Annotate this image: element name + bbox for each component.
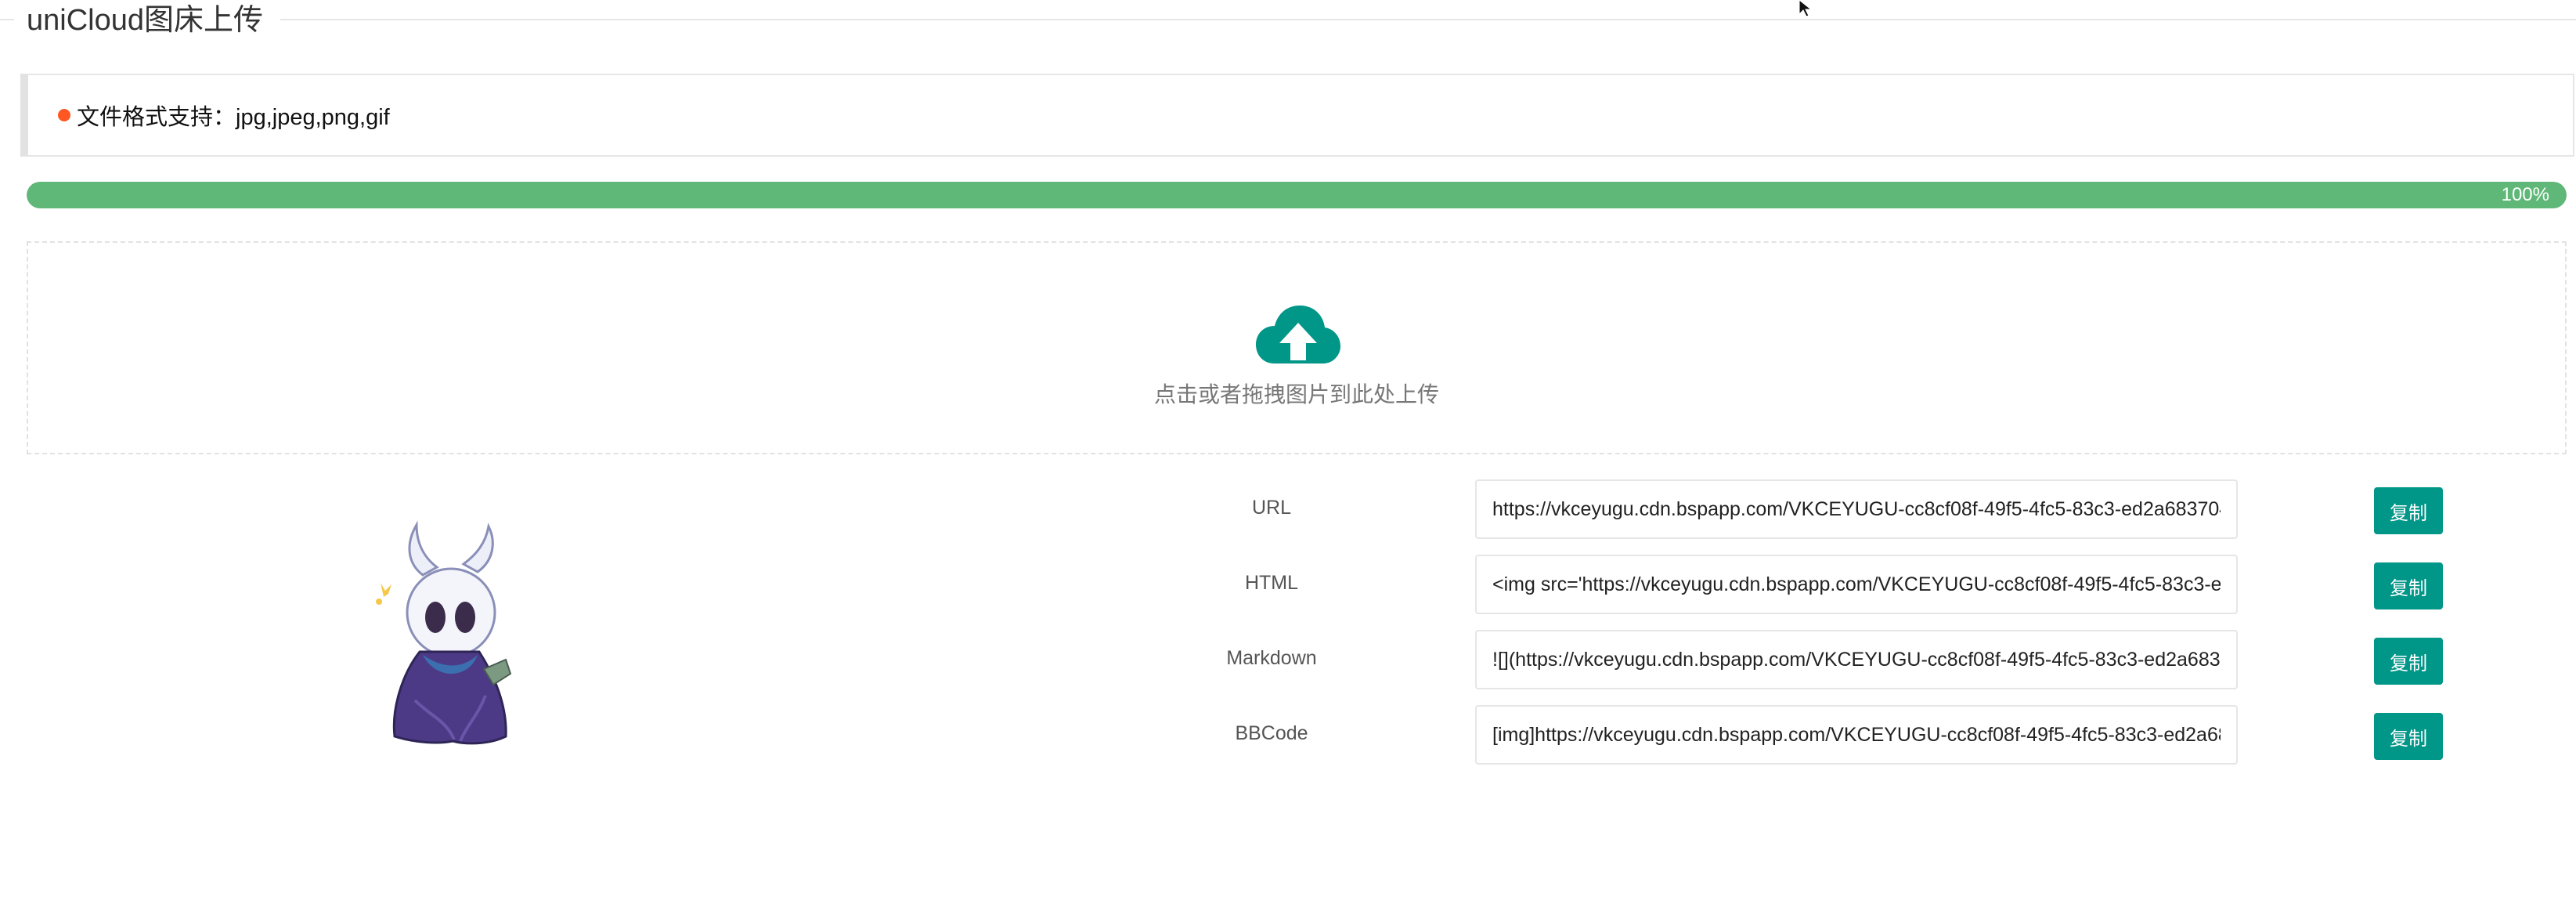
url-field[interactable] [1475,479,2238,539]
upload-dropzone[interactable]: 点击或者拖拽图片到此处上传 [27,241,2567,454]
dropzone-text: 点击或者拖拽图片到此处上传 [1153,382,1439,407]
upload-page: uniCloud图床上传 文件格式支持：jpg,jpeg,png,gif 100… [0,0,2576,915]
title-divider [0,19,2576,20]
html-label: HTML [1244,572,1299,594]
copy-html-button[interactable]: 复制 [2374,562,2443,609]
bbcode-field[interactable] [1475,705,2238,765]
progress-label: 100% [2501,184,2549,205]
copy-url-button[interactable]: 复制 [2374,487,2443,534]
bullet-dot-icon [58,109,70,121]
copy-bbcode-button[interactable]: 复制 [2374,713,2443,760]
format-notice: 文件格式支持：jpg,jpeg,png,gif [20,74,2574,157]
markdown-field[interactable] [1475,630,2238,689]
markdown-label: Markdown [1226,647,1317,669]
bbcode-label: BBCode [1235,722,1308,744]
upload-cloud-icon [1256,306,1340,363]
html-field[interactable] [1475,555,2238,614]
copy-markdown-button[interactable]: 复制 [2374,638,2443,685]
uploaded-image-preview [376,520,512,745]
upload-progress: 100% [27,182,2567,208]
mouse-cursor-icon [1799,0,1813,17]
url-label: URL [1251,497,1291,519]
format-notice-text: 文件格式支持：jpg,jpeg,png,gif [77,105,390,130]
progress-fill: 100% [27,182,2567,208]
page-title: uniCloud图床上传 [14,0,280,41]
